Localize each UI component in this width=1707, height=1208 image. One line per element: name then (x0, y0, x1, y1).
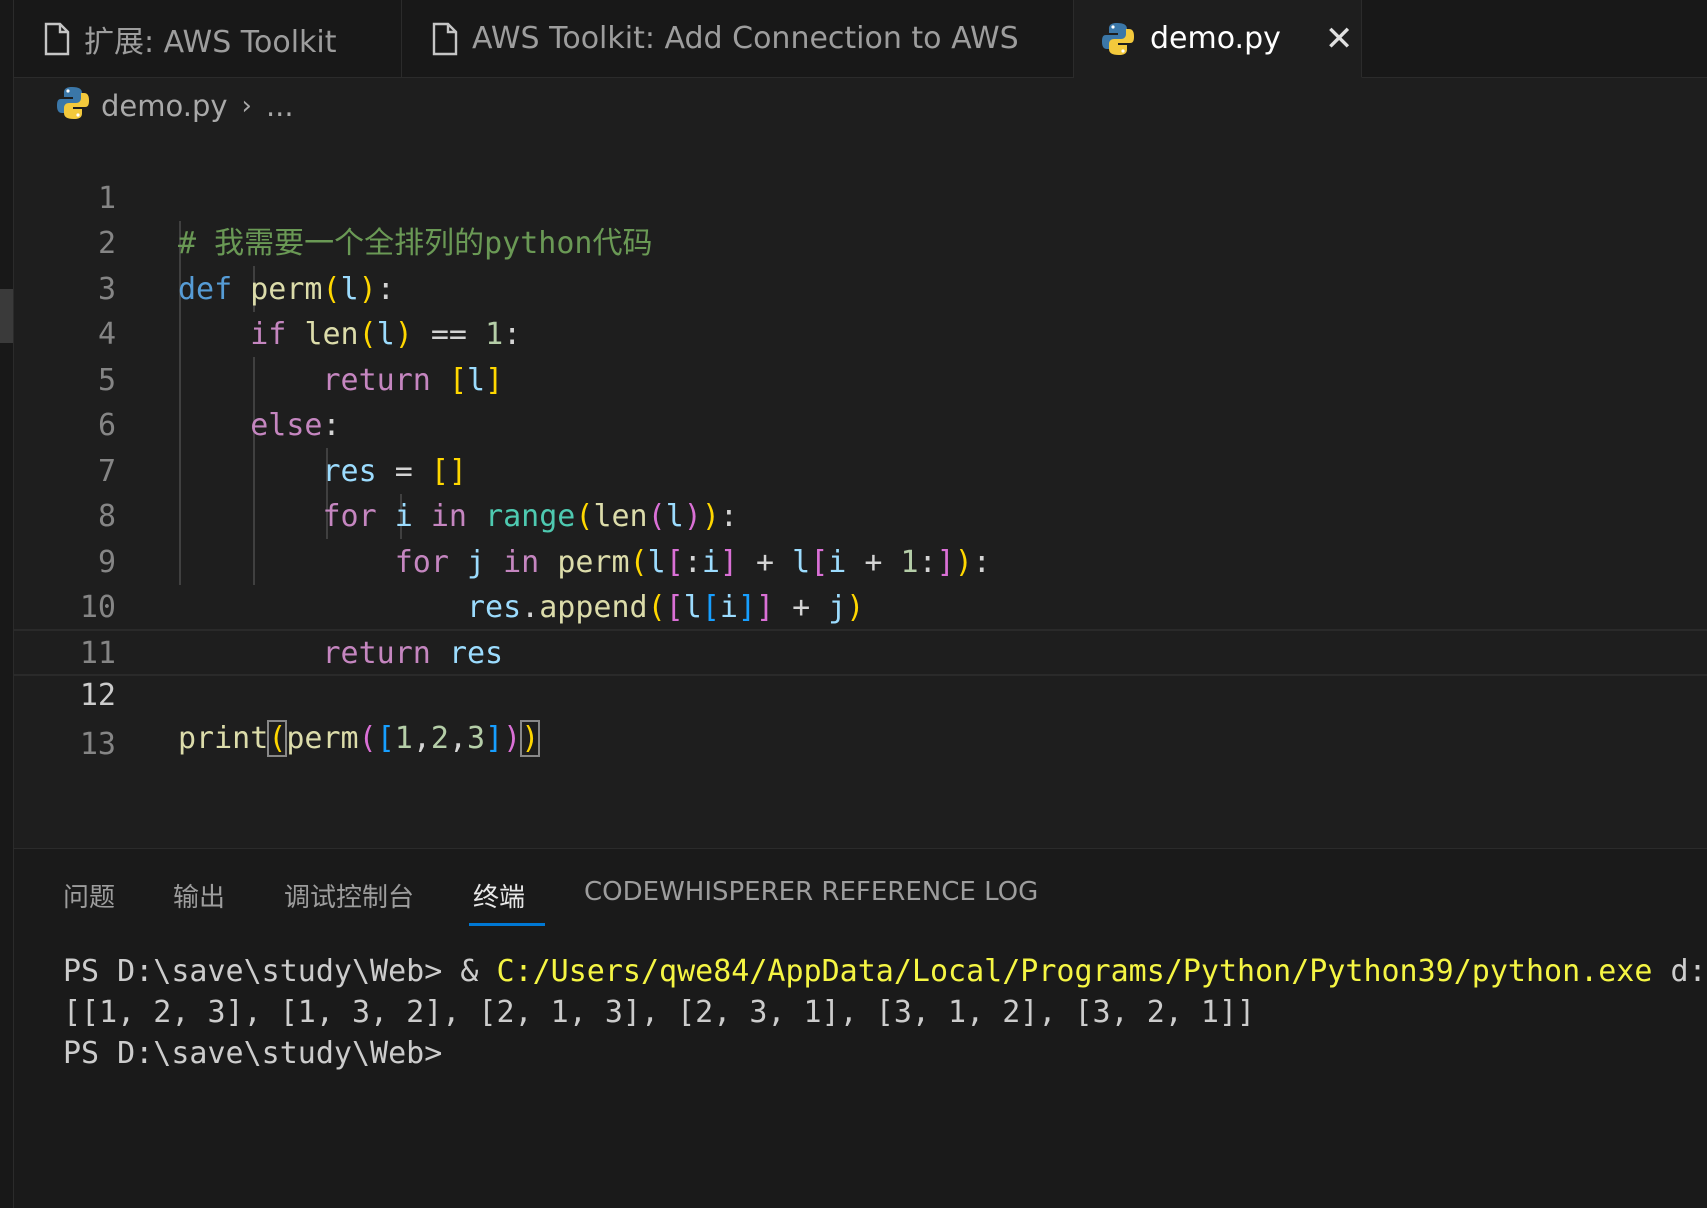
tab-debug-console[interactable]: 调试控制台 (284, 877, 414, 914)
scroll-marker (0, 289, 13, 343)
tab-output[interactable]: 输出 (173, 877, 225, 914)
activity-edge (0, 0, 14, 1208)
tab-terminal[interactable]: 终端 (473, 877, 525, 914)
code-line: 7 for i in range(len(l)): (14, 403, 1707, 535)
code-line: 2 def perm(l): (14, 176, 1707, 307)
breadcrumb-symbol[interactable]: ... (266, 89, 294, 123)
tab-problems[interactable]: 问题 (63, 877, 115, 914)
code-line: 4 return [l] (14, 267, 1707, 398)
file-icon (432, 22, 458, 56)
bottom-panel: 问题 输出 调试控制台 终端 CODEWHISPERER REFERENCE L… (14, 848, 1707, 1208)
terminal-line: PS D:\save\study\Web> (63, 1036, 443, 1071)
code-editor[interactable]: 1 # 我需要一个全排列的python代码 2 def perm(l): 3 i… (14, 130, 1707, 850)
code-line: 10 return res (14, 540, 1707, 671)
chevron-right-icon: › (241, 91, 252, 121)
line-number: 13 (79, 726, 116, 762)
python-icon (1100, 21, 1136, 57)
panel-tabs: 问题 输出 调试控制台 终端 CODEWHISPERER REFERENCE L… (14, 849, 1707, 929)
code-line: 3 if len(l) == 1: (14, 221, 1707, 353)
editor-tab-bar: 扩展: AWS Toolkit AWS Toolkit: Add Connect… (14, 0, 1707, 78)
terminal-output[interactable]: PS D:\save\study\Web> & C:/Users/qwe84/A… (63, 951, 1707, 1074)
code-line: 13 (14, 676, 1707, 762)
code-line: 8 for j in perm(l[:i] + l[i + 1:]): (14, 449, 1707, 580)
code-line: 6 res = [] (14, 358, 1707, 489)
code-line: 1 # 我需要一个全排列的python代码 (14, 130, 1707, 262)
tab-add-connection[interactable]: AWS Toolkit: Add Connection to AWS (402, 0, 1074, 77)
terminal-line: [[1, 2, 3], [1, 3, 2], [2, 1, 3], [2, 3,… (63, 995, 1256, 1030)
tab-label: 扩展: AWS Toolkit (84, 24, 337, 60)
code-line: 9 res.append([l[i]] + j) (14, 494, 1707, 626)
code-line: 5 else: (14, 312, 1707, 444)
tab-extension-aws-toolkit[interactable]: 扩展: AWS Toolkit (14, 0, 402, 77)
tab-codewhisperer-log[interactable]: CODEWHISPERER REFERENCE LOG (584, 877, 1038, 907)
code-line: 11 (14, 585, 1707, 671)
tab-label: AWS Toolkit: Add Connection to AWS (472, 21, 1019, 56)
file-icon (44, 22, 70, 56)
close-icon[interactable]: ✕ (1325, 19, 1354, 59)
code-line-current: 12 print(perm([1,2,3])) (14, 629, 1707, 757)
tab-demo-py[interactable]: demo.py ✕ (1074, 0, 1362, 78)
breadcrumb: demo.py › ... (55, 84, 294, 128)
breadcrumb-file[interactable]: demo.py (101, 89, 228, 123)
terminal-line: PS D:\save\study\Web> & C:/Users/qwe84/A… (63, 954, 1707, 989)
active-tab-indicator (469, 923, 545, 926)
python-icon (55, 85, 91, 128)
tab-label: demo.py (1150, 21, 1281, 56)
